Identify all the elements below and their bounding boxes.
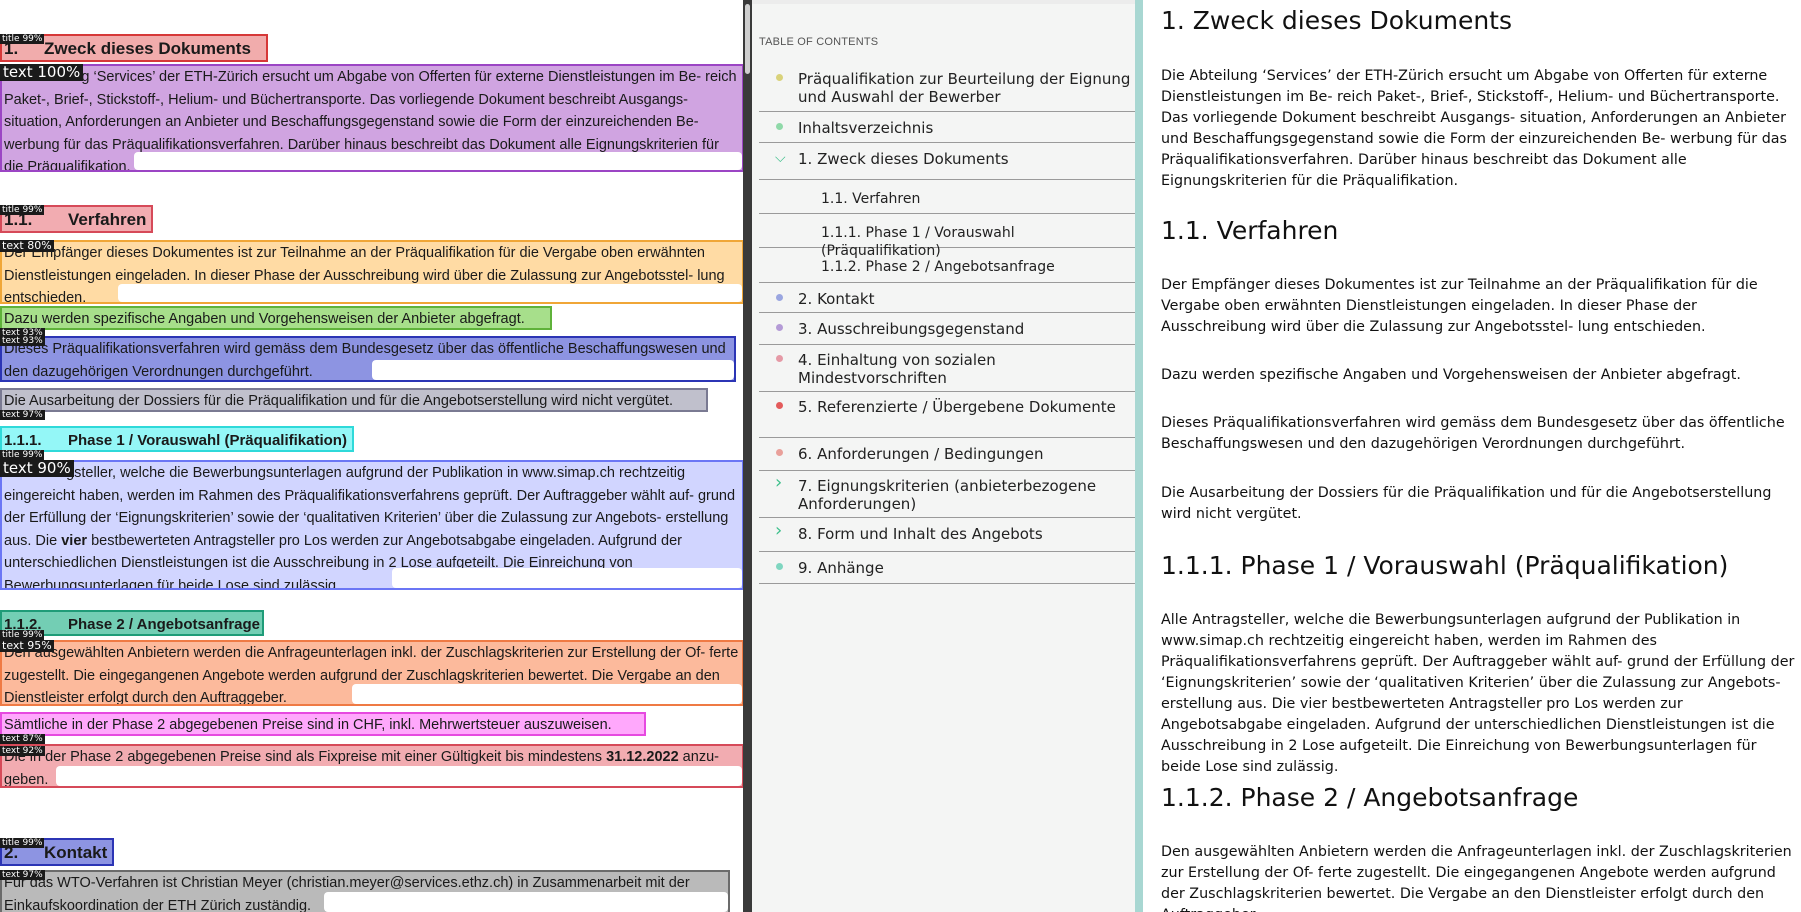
paragraph: Die Abteilung ‘Services’ der ETH-Zürich … (1161, 68, 1787, 189)
toc-item-label: 7. Eignungskriterien (anbieterbezogene A… (798, 477, 1097, 513)
chevron-down-icon[interactable]: ⌵ (775, 149, 786, 167)
rendered-document: 1. Zweck dieses Dokuments Die Abteilung … (1161, 0, 1797, 912)
heading-phase2: 1.1.2. Phase 2 / Angebotsanfrage (1161, 783, 1579, 812)
detection-tag: title 99% (0, 838, 45, 848)
toc-item-label: 1. Zweck dieses Dokuments (798, 150, 1009, 168)
section-title: Phase 1 / Vorauswahl (Präqualifikation) (68, 432, 347, 449)
white-gap (372, 360, 734, 380)
toc-item-label: 8. Form und Inhalt des Angebots (798, 525, 1043, 543)
toc-item-label: 1.1.2. Phase 2 / Angebotsanfrage (821, 259, 1055, 275)
white-gap (56, 766, 742, 786)
toc-divider-strip[interactable] (1135, 0, 1143, 912)
layout-box-text: Die Ausarbeitung der Dossiers für die Pr… (0, 388, 708, 412)
paragraph-text: Die in der Phase 2 abgegebenen Preise si… (4, 749, 607, 765)
detection-tag: text 100% (0, 64, 84, 81)
white-gap (118, 284, 742, 302)
chevron-right-icon[interactable]: › (775, 474, 782, 492)
heading-phase1: 1.1.1. Phase 1 / Vorauswahl (Präqualifik… (1161, 551, 1729, 580)
paragraph: Dazu werden spezifische Angaben und Vorg… (1161, 367, 1741, 383)
toc-item[interactable]: 4. Einhaltung von sozialen Mindestvorsch… (759, 345, 1135, 392)
section-title: Kontakt (44, 843, 108, 862)
layout-box-text: Sämtliche in der Phase 2 abgegebenen Pre… (0, 712, 646, 736)
toc-bullet-icon (776, 563, 783, 570)
paragraph: Alle Antragsteller, welche die Bewerbung… (1161, 612, 1795, 775)
paragraph-text: Dazu werden spezifische Angaben und Vorg… (4, 311, 525, 327)
toc-item-label: 6. Anforderungen / Bedingungen (798, 445, 1044, 463)
heading-verfahren: 1.1. Verfahren (1161, 216, 1339, 245)
toc-item[interactable]: 1.1. Verfahren (759, 180, 1135, 214)
toc-item[interactable]: 5. Referenzierte / Übergebene Dokumente (759, 392, 1135, 438)
toc-item-label: 4. Einhaltung von sozialen Mindestvorsch… (798, 351, 996, 387)
scrollbar-thumb[interactable] (745, 4, 750, 74)
paragraph-bold: vier (61, 532, 88, 549)
toc-item-label: 5. Referenzierte / Übergebene Dokumente (798, 398, 1116, 416)
toc-bullet-icon (776, 449, 783, 456)
paragraph: Den ausgewählten Anbietern werden die An… (1161, 844, 1792, 912)
toc-item[interactable]: 2. Kontakt (759, 283, 1135, 313)
paragraph: Die Ausarbeitung der Dossiers für die Pr… (1161, 485, 1772, 522)
toc-bullet-icon (776, 355, 783, 362)
toc-item[interactable]: Inhaltsverzeichnis (759, 112, 1135, 143)
detection-tag: text 87% (0, 734, 45, 744)
layout-box-text: Dazu werden spezifische Angaben und Vorg… (0, 306, 552, 330)
toc-item-label: 9. Anhänge (798, 559, 884, 577)
toc-bullet-icon (776, 74, 783, 81)
white-gap (134, 152, 742, 170)
section-title: Phase 2 / Angebotsanfrage (68, 616, 260, 633)
toc-item-label: Präqualifikation zur Beurteilung der Eig… (798, 70, 1131, 106)
toc-item[interactable]: 6. Anforderungen / Bedingungen (759, 438, 1135, 471)
pane-divider[interactable] (743, 0, 752, 912)
detection-tag: text 97% (0, 410, 45, 420)
table-of-contents-panel: TABLE OF CONTENTS Präqualifikation zur B… (752, 0, 1135, 912)
section-title: Verfahren (68, 210, 147, 229)
toc-item[interactable]: 1.1.2. Phase 2 / Angebotsanfrage (759, 248, 1135, 283)
paragraph-bold: 31.12.2022 (606, 749, 679, 765)
toc-item[interactable]: 1.1.1. Phase 1 / Vorauswahl (Präqualifik… (759, 214, 1135, 259)
toc-item[interactable]: 3. Ausschreibungsgegenstand (759, 313, 1135, 345)
white-gap (392, 568, 742, 588)
toc-item-label: 3. Ausschreibungsgegenstand (798, 320, 1025, 338)
section-number: 1.1.1. (4, 432, 42, 449)
section-title: Zweck dieses Dokuments (44, 39, 251, 58)
toc-item[interactable]: 9. Anhänge (759, 552, 1135, 584)
detection-tag: text 90% (0, 460, 74, 477)
detection-tag: text 93% (0, 336, 45, 346)
chevron-right-icon[interactable]: › (775, 522, 782, 540)
toc-heading: TABLE OF CONTENTS (759, 36, 879, 48)
detection-tag: text 95% (0, 639, 54, 652)
toc-bullet-icon (776, 324, 783, 331)
toc-item-label: Inhaltsverzeichnis (798, 119, 934, 137)
detection-tag: text 80% (0, 239, 54, 252)
toc-bullet-icon (776, 402, 783, 409)
toc-item[interactable]: › 8. Form und Inhalt des Angebots (759, 518, 1135, 552)
annotated-document-pane[interactable]: 1. Zweck dieses Dokuments title 99% Die A… (0, 0, 743, 912)
toc-item-label: 1.1. Verfahren (821, 191, 921, 207)
detection-tag: title 99% (0, 205, 45, 215)
toc-item[interactable]: › 7. Eignungskriterien (anbieterbezogene … (759, 471, 1135, 518)
heading-zweck: 1. Zweck dieses Dokuments (1161, 6, 1513, 35)
toc-item-label: 2. Kontakt (798, 290, 875, 308)
detection-tag: text 97% (0, 870, 45, 880)
paragraph: Der Empfänger dieses Dokumentes ist zur … (1161, 277, 1758, 335)
paragraph-text: Sämtliche in der Phase 2 abgegebenen Pre… (4, 717, 612, 733)
white-gap (324, 892, 728, 912)
paragraph-text: Die Ausarbeitung der Dossiers für die Pr… (4, 393, 673, 409)
toc-bullet-icon (776, 123, 783, 130)
detection-tag: text 92% (0, 746, 45, 756)
toc-item[interactable]: Präqualifikation zur Beurteilung der Eig… (759, 64, 1135, 112)
toc-bullet-icon (776, 294, 783, 301)
toc-item[interactable]: ⌵ 1. Zweck dieses Dokuments (759, 143, 1135, 180)
layout-box-title: 1.1.1. Phase 1 / Vorauswahl (Präqualifika… (0, 426, 354, 452)
detection-tag: title 99% (0, 34, 45, 44)
paragraph: Dieses Präqualifikationsverfahren wird g… (1161, 415, 1785, 452)
white-gap (352, 684, 742, 704)
